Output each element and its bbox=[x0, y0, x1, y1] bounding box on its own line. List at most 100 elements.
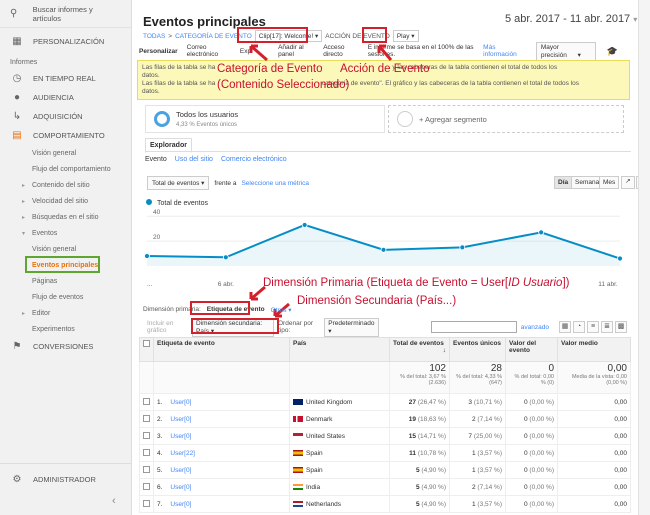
customize-button[interactable]: Personalizar bbox=[139, 48, 178, 55]
table-row[interactable]: 7. User[0] Netherlands 5 (4,90 %) 1 (3,57 %)… bbox=[139, 495, 631, 513]
subtab-site-usage[interactable]: Uso del sitio bbox=[175, 156, 213, 163]
data-point[interactable] bbox=[617, 255, 623, 262]
country-name[interactable]: Denmark bbox=[306, 416, 332, 423]
period-day-button[interactable]: Día bbox=[554, 176, 573, 189]
row-checkbox-cell[interactable] bbox=[139, 410, 154, 428]
grid-view-icon[interactable]: ▦ bbox=[559, 321, 571, 333]
event-label-link[interactable]: User[0] bbox=[170, 467, 191, 474]
sidebar-sub-events-flow[interactable]: Flujo de eventos bbox=[0, 289, 131, 305]
data-point[interactable] bbox=[301, 222, 308, 228]
sidebar-sub-events-overview[interactable]: Visión general bbox=[0, 241, 131, 257]
header-country[interactable]: País bbox=[289, 337, 390, 362]
precision-dropdown[interactable]: Mayor precisión ▾ bbox=[535, 41, 596, 61]
event-label-link[interactable]: User[22] bbox=[170, 450, 195, 457]
sort-type-dropdown[interactable]: Predeterminado ▾ bbox=[324, 317, 379, 337]
shortcut-button[interactable]: Acceso directo bbox=[323, 44, 359, 58]
event-label-link[interactable]: User[0] bbox=[170, 399, 191, 406]
date-range-picker[interactable]: 5 abr. 2017 - 11 abr. 2017 ▾ bbox=[505, 13, 637, 25]
checkbox[interactable] bbox=[143, 482, 150, 490]
data-point[interactable] bbox=[459, 244, 466, 251]
header-total-events[interactable]: Total de eventos ↓ bbox=[389, 337, 450, 362]
subtab-ecommerce[interactable]: Comercio electrónico bbox=[221, 156, 287, 163]
data-point[interactable] bbox=[144, 253, 150, 259]
checkbox[interactable] bbox=[143, 499, 150, 507]
checkbox[interactable] bbox=[143, 431, 150, 439]
add-to-dashboard-button[interactable]: Añadir al panel bbox=[278, 44, 314, 58]
data-point[interactable] bbox=[222, 254, 229, 261]
select-all-header[interactable] bbox=[139, 337, 154, 362]
row-checkbox-cell[interactable] bbox=[139, 461, 154, 479]
sidebar-sub-top-events[interactable]: Eventos principales bbox=[0, 256, 131, 273]
segment-all-users[interactable]: Todos los usuarios 4,33 % Eventos únicos bbox=[145, 105, 385, 133]
table-row[interactable]: 1. User[0] United Kingdom 27 (26,47 %) 3 (10… bbox=[139, 393, 631, 411]
bar-view-icon[interactable]: ≡ bbox=[587, 321, 599, 333]
sidebar-sub-site-content[interactable]: ▸ Contenido del sitio bbox=[0, 177, 131, 193]
header-event-value[interactable]: Valor del evento bbox=[505, 337, 558, 362]
country-name[interactable]: India bbox=[306, 484, 320, 491]
data-point[interactable] bbox=[380, 246, 387, 253]
sidebar-item-conversions[interactable]: ⚑ CONVERSIONES bbox=[0, 337, 131, 356]
sidebar-item-realtime[interactable]: ◷ EN TIEMPO REAL bbox=[0, 69, 131, 88]
checkbox[interactable] bbox=[143, 340, 150, 347]
sidebar-item-audience[interactable]: ● AUDIENCIA bbox=[0, 88, 131, 107]
row-checkbox-cell[interactable] bbox=[139, 427, 154, 445]
sidebar-sub-pages[interactable]: Páginas bbox=[0, 273, 131, 289]
country-name[interactable]: Netherlands bbox=[306, 501, 341, 508]
sidebar-sub-site-search[interactable]: ▸ Búsquedas en el sitio bbox=[0, 209, 131, 225]
header-unique-events[interactable]: Eventos únicos bbox=[449, 337, 506, 362]
table-search-input[interactable] bbox=[430, 321, 517, 333]
add-segment-button[interactable]: + Agregar segmento bbox=[388, 105, 624, 133]
collapse-chevron-icon[interactable]: ‹ bbox=[112, 495, 116, 507]
header-event-label[interactable]: Etiqueta de evento bbox=[153, 337, 290, 362]
row-checkbox-cell[interactable] bbox=[139, 495, 154, 513]
checkbox[interactable] bbox=[143, 414, 150, 422]
more-info-link[interactable]: Más información bbox=[483, 44, 523, 58]
data-point[interactable] bbox=[538, 229, 545, 236]
header-avg-value[interactable]: Valor medio bbox=[557, 337, 631, 362]
sidebar-sub-events[interactable]: ▾ Eventos bbox=[0, 225, 131, 241]
country-name[interactable]: United Kingdom bbox=[306, 399, 352, 406]
checkbox[interactable] bbox=[143, 448, 150, 456]
metric-dropdown[interactable]: Total de eventos ▾ bbox=[147, 176, 210, 190]
table-row[interactable]: 4. User[22] Spain 11 (10,78 %) 1 (3,57 %) 0 (… bbox=[139, 444, 631, 462]
table-row[interactable]: 2. User[0] Denmark 19 (18,63 %) 2 (7,14 %) 0 … bbox=[139, 410, 631, 428]
sidebar-item-admin[interactable]: ⚙ ADMINISTRADOR bbox=[0, 464, 131, 494]
sidebar-sub-overview[interactable]: Visión general bbox=[0, 145, 131, 161]
country-name[interactable]: United States bbox=[306, 433, 345, 440]
graduation-cap-icon[interactable]: 🎓 bbox=[607, 46, 618, 57]
sidebar-search[interactable]: ⚲ Buscar informes y artículos bbox=[0, 0, 131, 28]
email-button[interactable]: Correo electrónico bbox=[187, 44, 231, 58]
table-row[interactable]: 3. User[0] United States 15 (14,71 %) 7 (25,… bbox=[139, 427, 631, 445]
event-label-link[interactable]: User[0] bbox=[170, 484, 191, 491]
row-checkbox-cell[interactable] bbox=[139, 393, 154, 411]
plot-rows-button[interactable]: Incluir en gráfico bbox=[147, 320, 188, 334]
other-dimensions-dropdown[interactable]: Otros ▾ bbox=[271, 306, 292, 314]
breadcrumb-all[interactable]: TODAS bbox=[143, 33, 165, 40]
sidebar-item-acquisition[interactable]: ↳ ADQUISICIÓN bbox=[0, 107, 131, 126]
event-label-link[interactable]: User[0] bbox=[170, 433, 191, 440]
period-month-button[interactable]: Mes bbox=[599, 176, 620, 189]
advanced-filter-link[interactable]: avanzado bbox=[521, 324, 549, 331]
country-name[interactable]: Spain bbox=[306, 467, 323, 474]
subtab-event[interactable]: Evento bbox=[145, 156, 167, 163]
sidebar-sub-publisher[interactable]: ▸ Editor bbox=[0, 305, 131, 321]
sidebar-item-behavior[interactable]: ▤ COMPORTAMIENTO bbox=[0, 126, 131, 145]
select-metric-link[interactable]: Seleccione una métrica bbox=[241, 180, 309, 187]
sidebar-sub-experiments[interactable]: Experimentos bbox=[0, 321, 131, 337]
sidebar-item-customization[interactable]: ▦ PERSONALIZACIÓN bbox=[0, 28, 131, 55]
sidebar-sub-site-speed[interactable]: ▸ Velocidad del sitio bbox=[0, 193, 131, 209]
event-label-link[interactable]: User[0] bbox=[170, 416, 191, 423]
table-row[interactable]: 6. User[0] India 5 (4,90 %) 2 (7,14 %) 0 (0,0… bbox=[139, 478, 631, 496]
checkbox[interactable] bbox=[143, 397, 150, 405]
pie-view-icon[interactable]: ◔ bbox=[573, 321, 585, 333]
compare-view-icon[interactable]: ≣ bbox=[601, 321, 613, 333]
pivot-view-icon[interactable]: ▩ bbox=[615, 321, 627, 333]
line-chart-icon[interactable]: ↗ bbox=[621, 176, 635, 189]
row-checkbox-cell[interactable] bbox=[139, 444, 154, 462]
row-checkbox-cell[interactable] bbox=[139, 478, 154, 496]
table-row[interactable]: 5. User[0] Spain 5 (4,90 %) 1 (3,57 %) 0 (0,0… bbox=[139, 461, 631, 479]
sidebar-sub-behavior-flow[interactable]: Flujo del comportamiento bbox=[0, 161, 131, 177]
checkbox[interactable] bbox=[143, 465, 150, 473]
event-label-link[interactable]: User[0] bbox=[170, 501, 191, 508]
scrollbar[interactable] bbox=[638, 0, 650, 515]
